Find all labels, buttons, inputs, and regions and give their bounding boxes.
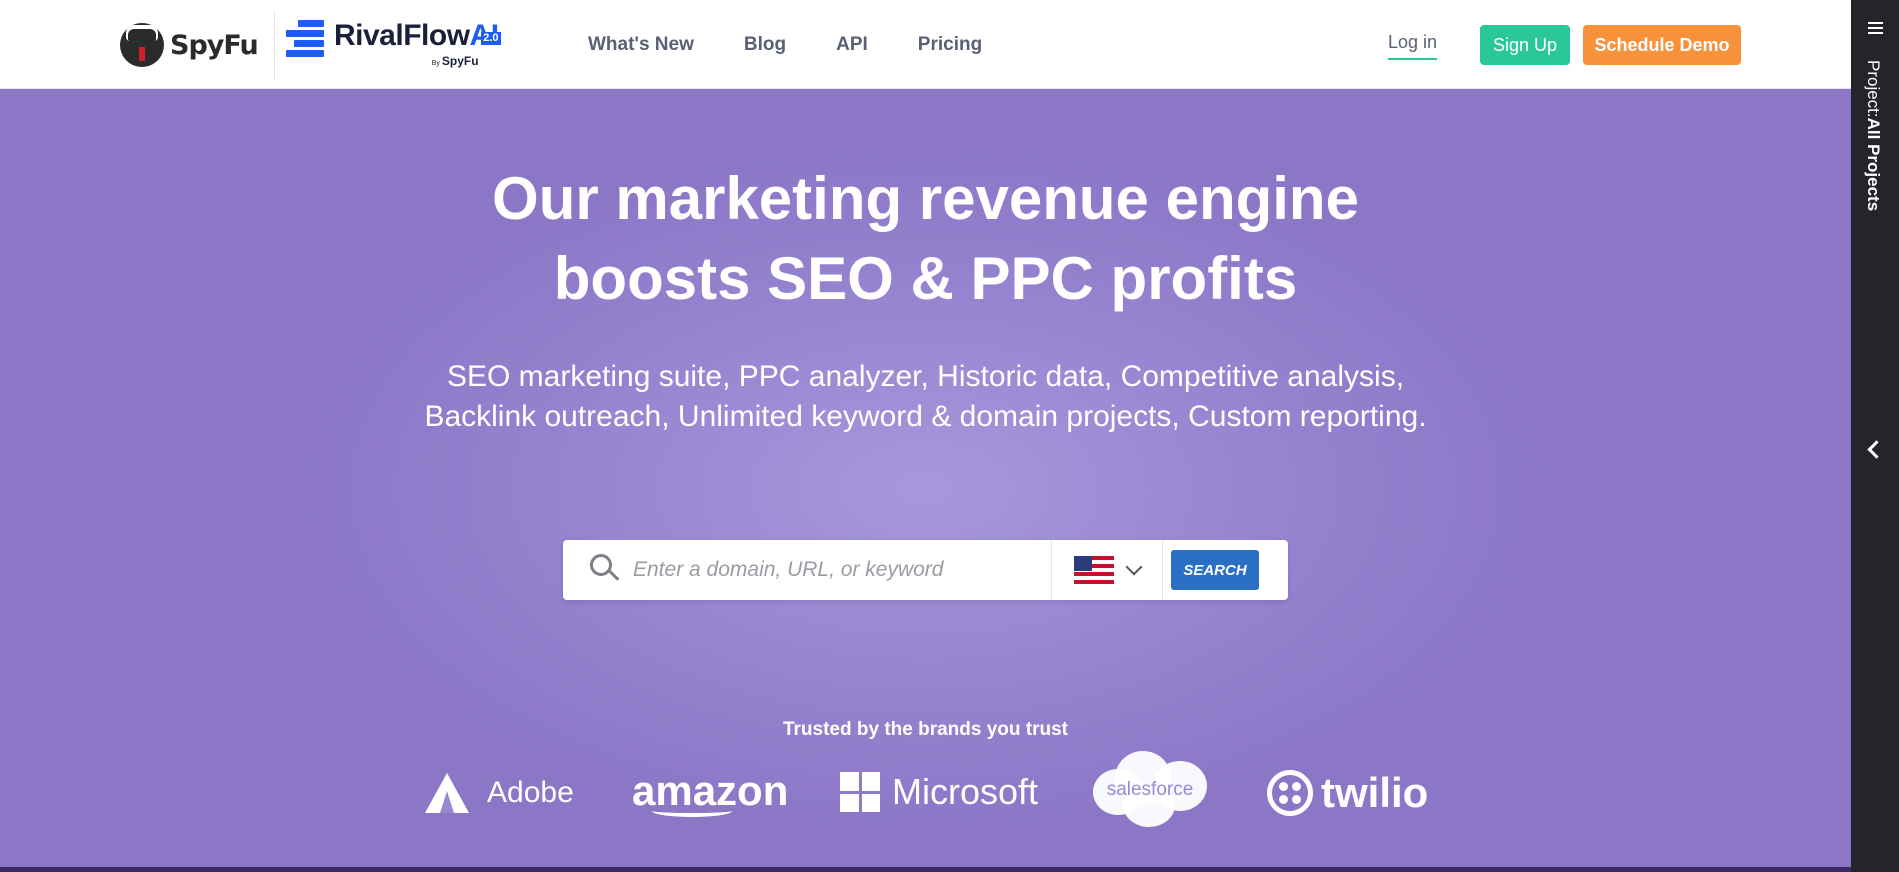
- rivalflow-logo[interactable]: RivalFlowAI 2.0 BySpyFu: [286, 18, 501, 72]
- project-side-panel: Project:All Projects: [1851, 0, 1899, 872]
- chevron-left-icon[interactable]: [1867, 440, 1886, 459]
- spyfu-logo[interactable]: SpyFu: [120, 20, 259, 70]
- login-link[interactable]: Log in: [1388, 32, 1438, 60]
- spyfu-spy-icon: [120, 23, 164, 67]
- nav-blog[interactable]: Blog: [744, 34, 786, 56]
- search-icon: [563, 540, 621, 600]
- project-selector[interactable]: Project:All Projects: [1863, 60, 1883, 211]
- nav-whats-new[interactable]: What's New: [588, 34, 694, 56]
- rivalflow-by-spyfu: By SpyFu: [431, 54, 479, 68]
- search-bar: SEARCH: [563, 540, 1288, 600]
- chevron-down-icon: [1125, 558, 1143, 576]
- logo-divider: [274, 10, 275, 80]
- twilio-icon: [1267, 770, 1313, 816]
- nav-api[interactable]: API: [836, 34, 868, 56]
- rivalflow-mark-icon: [286, 20, 324, 58]
- brand-logos: Adobe amazon Microsoft salesforce twilio: [425, 749, 1428, 829]
- adobe-logo: Adobe: [425, 773, 574, 813]
- rivalflow-version-badge: 2.0: [481, 32, 501, 45]
- search-button[interactable]: SEARCH: [1171, 550, 1259, 590]
- spyfu-logo-text: SpyFu: [170, 29, 259, 61]
- search-input[interactable]: [621, 540, 1051, 600]
- twilio-logo: twilio: [1267, 769, 1428, 817]
- salesforce-logo: salesforce: [1093, 749, 1207, 827]
- page-bottom-edge: [0, 867, 1851, 872]
- signup-button[interactable]: Sign Up: [1480, 25, 1570, 65]
- hamburger-menu-icon[interactable]: [1868, 22, 1883, 34]
- amazon-smile-icon: [652, 805, 732, 817]
- rivalflow-logo-text: RivalFlow: [334, 19, 470, 52]
- hero-subtitle: SEO marketing suite, PPC analyzer, Histo…: [424, 360, 1427, 433]
- adobe-icon: [425, 773, 469, 813]
- site-header: SpyFu RivalFlowAI 2.0 BySpyFu What's New…: [0, 0, 1851, 89]
- trusted-heading: Trusted by the brands you trust: [782, 719, 1069, 740]
- us-flag-icon: [1074, 556, 1114, 584]
- nav-pricing[interactable]: Pricing: [918, 34, 982, 56]
- microsoft-logo: Microsoft: [840, 771, 1038, 813]
- amazon-logo: amazon: [632, 767, 788, 817]
- microsoft-windows-icon: [840, 772, 880, 812]
- main-nav: What's New Blog API Pricing: [588, 0, 982, 89]
- hero-title: Our marketing revenue engine boosts SEO …: [492, 165, 1359, 312]
- schedule-demo-button[interactable]: Schedule Demo: [1583, 25, 1741, 65]
- hero-section: Our marketing revenue engine boosts SEO …: [0, 89, 1851, 867]
- country-selector[interactable]: [1051, 540, 1163, 600]
